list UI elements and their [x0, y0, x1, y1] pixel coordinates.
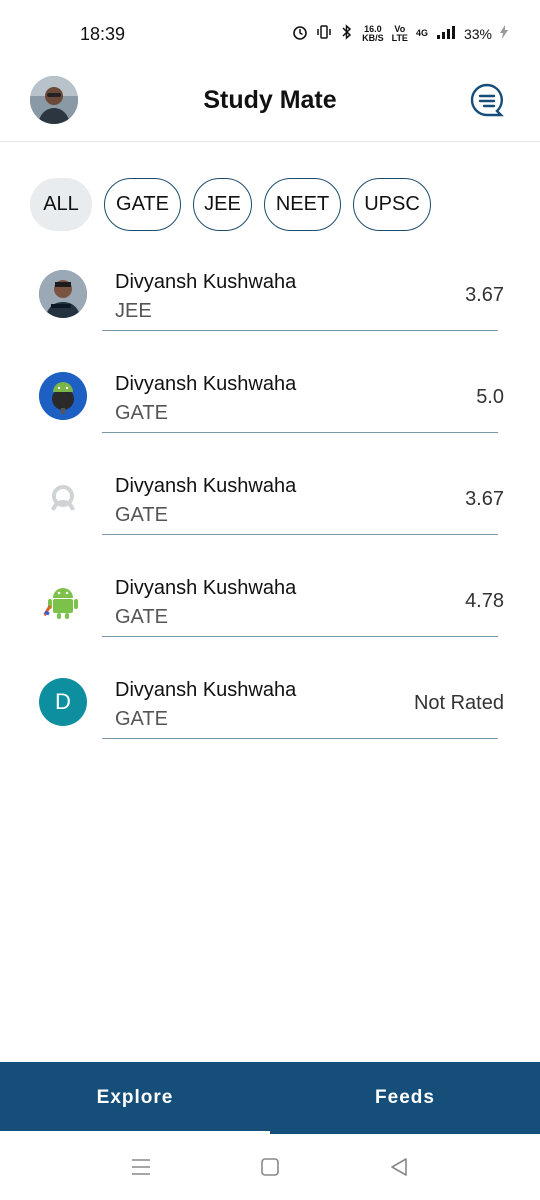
divider	[102, 432, 498, 433]
divider	[102, 738, 498, 739]
user-exam: GATE	[115, 504, 168, 526]
divider	[102, 534, 498, 535]
android-green-icon	[39, 576, 87, 624]
user-rating: Not Rated	[413, 692, 504, 714]
status-bar: 18:39 16.0 KB/S Vo LTE 4G 33%	[0, 0, 540, 66]
divider	[102, 636, 498, 637]
user-exam: GATE	[115, 606, 168, 628]
tab-explore[interactable]: Explore	[0, 1062, 270, 1134]
android-robot-icon	[39, 372, 87, 420]
vibrate-icon	[316, 25, 332, 42]
user-exam: JEE	[115, 300, 152, 322]
exam-filter-bar: ALL GATE JEE NEET UPSC	[30, 178, 431, 231]
filter-chip-gate[interactable]: GATE	[104, 178, 181, 231]
user-name: Divyansh Kushwaha	[115, 373, 297, 395]
filter-chip-all[interactable]: ALL	[30, 178, 92, 231]
charging-icon	[500, 25, 508, 42]
signal-icon	[436, 25, 456, 42]
system-nav-bar	[0, 1134, 540, 1200]
filter-chip-upsc[interactable]: UPSC	[353, 178, 431, 231]
user-name: Divyansh Kushwaha	[115, 679, 297, 701]
divider	[102, 330, 498, 331]
user-exam: GATE	[115, 402, 168, 424]
volte-indicator: Vo LTE	[391, 23, 408, 43]
user-rating: 5.0	[476, 386, 504, 408]
bottom-nav: Explore Feeds	[0, 1062, 540, 1134]
network-speed: 16.0 KB/S	[362, 23, 384, 43]
user-exam: GATE	[115, 708, 168, 730]
list-item[interactable]: Divyansh Kushwaha GATE 3.67	[0, 460, 540, 562]
app-title: Study Mate	[203, 86, 337, 114]
list-item[interactable]: Divyansh Kushwaha GATE 4.78	[0, 562, 540, 664]
user-rating: 3.67	[465, 488, 504, 510]
back-triangle-icon[interactable]	[388, 1156, 410, 1178]
status-time: 18:39	[80, 24, 126, 44]
home-square-icon[interactable]	[259, 1156, 281, 1178]
default-person-icon	[39, 474, 87, 522]
network-type: 4G	[415, 28, 428, 38]
status-icons: 16.0 KB/S Vo LTE 4G 33%	[292, 24, 508, 43]
user-avatar-photo	[39, 270, 87, 318]
filter-chip-neet[interactable]: NEET	[264, 178, 341, 231]
chat-bubble-icon[interactable]	[470, 83, 504, 117]
list-item[interactable]: Divyansh Kushwaha JEE 3.67	[0, 256, 540, 358]
tab-feeds[interactable]: Feeds	[270, 1062, 540, 1134]
filter-chip-jee[interactable]: JEE	[193, 178, 252, 231]
user-name: Divyansh Kushwaha	[115, 475, 297, 497]
user-rating: 3.67	[465, 284, 504, 306]
battery-level: 33%	[463, 25, 492, 42]
menu-icon[interactable]	[130, 1156, 152, 1178]
user-name: Divyansh Kushwaha	[115, 577, 297, 599]
user-list: Divyansh Kushwaha JEE 3.67 Divyansh Kush…	[0, 256, 540, 766]
bluetooth-icon	[340, 24, 354, 43]
app-header: Study Mate	[0, 66, 540, 142]
list-item[interactable]: Divyansh Kushwaha GATE 5.0	[0, 358, 540, 460]
user-rating: 4.78	[465, 590, 504, 612]
user-name: Divyansh Kushwaha	[115, 271, 297, 293]
alarm-icon	[292, 24, 308, 43]
list-item[interactable]: D Divyansh Kushwaha GATE Not Rated	[0, 664, 540, 766]
letter-avatar: D	[39, 678, 87, 726]
